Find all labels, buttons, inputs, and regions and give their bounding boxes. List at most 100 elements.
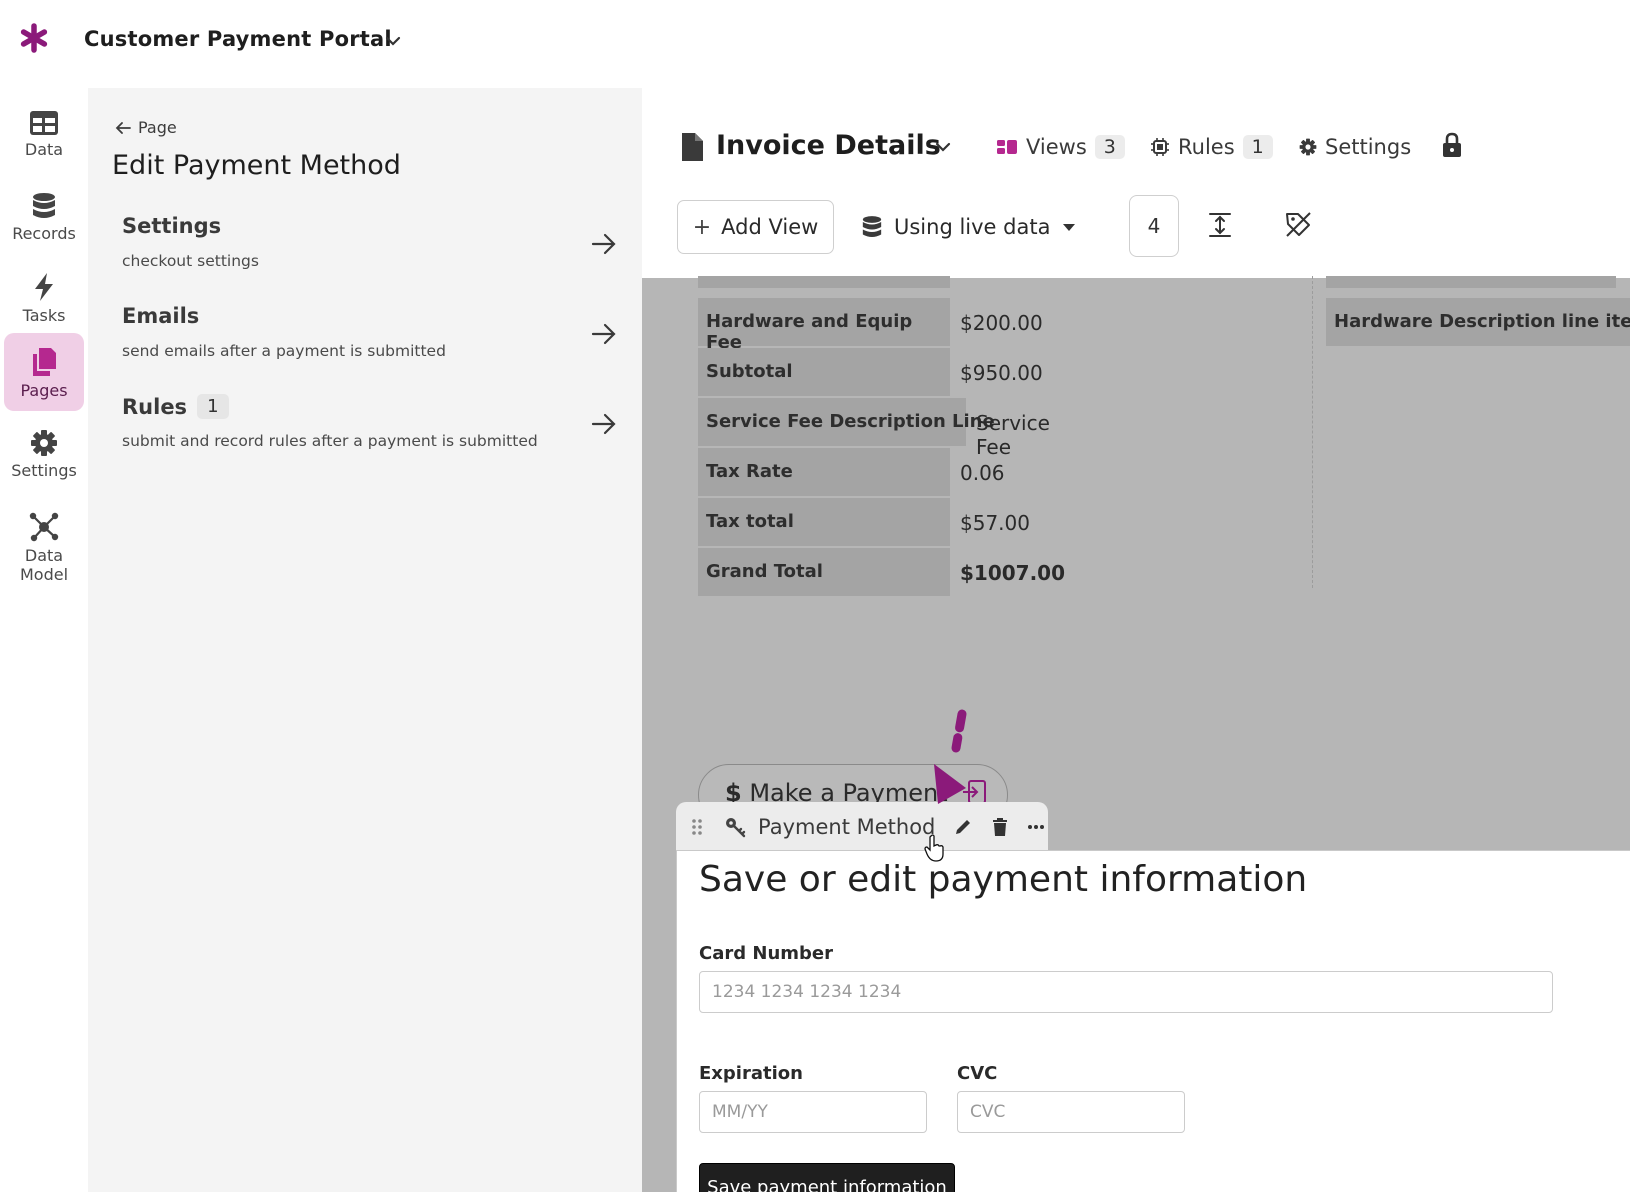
chip-icon [1150,137,1170,157]
row-value: $200.00 [960,298,1043,346]
nav-label: Tasks [23,306,66,325]
row-title: Rules 1 [122,394,229,419]
save-payment-button[interactable]: Save payment information [699,1163,955,1192]
panel-row-emails[interactable]: Emails send emails after a payment is su… [112,296,618,382]
row-title: Settings [122,214,221,238]
view-title[interactable]: Invoice Details [716,130,941,161]
table-row-clipped [1326,276,1616,288]
row-height-icon[interactable] [1208,212,1232,242]
app-logo-icon[interactable] [18,22,50,54]
panel-title: Edit Payment Method [112,150,401,181]
panel-row-settings[interactable]: Settings checkout settings [112,206,618,292]
data-source-label: Using live data [894,215,1050,239]
caret-down-icon [1062,222,1076,232]
rules-label: Rules [1178,135,1235,159]
top-bar: Customer Payment Portal [0,0,1630,88]
gear-icon [30,429,58,457]
row-value: $1007.00 [960,548,1065,596]
settings-button[interactable]: Settings [1299,130,1411,164]
lightning-icon [33,272,55,302]
arrow-right-icon [590,410,618,438]
expiration-input[interactable] [699,1091,927,1133]
page-preview-area: Hardware and Equip Fee $200.00 Subtotal … [642,278,1630,1192]
cvc-input[interactable] [957,1091,1185,1133]
views-icon [996,138,1018,156]
hand-cursor-icon [924,834,946,862]
table-row-clipped [698,276,950,288]
nav-label: Data Model [20,546,68,584]
row-label: Subtotal [698,348,950,396]
rules-count-badge: 1 [1243,135,1273,159]
arrow-right-icon [590,230,618,258]
payment-method-toolbar: Payment Method [676,802,1048,852]
back-link-label: Page [138,118,177,137]
back-link[interactable]: Page [114,118,177,137]
key-icon [724,816,746,838]
arrow-left-icon [114,119,132,137]
nav-item-data-model[interactable]: Data Model [0,498,88,576]
chevron-down-icon[interactable] [382,30,404,52]
arrow-right-icon [590,320,618,348]
app-title[interactable]: Customer Payment Portal [84,27,392,51]
row-label: Tax Rate [698,448,950,496]
tag-off-icon[interactable] [1284,210,1312,242]
card-number-input[interactable] [699,971,1553,1013]
view-header: Invoice Details Views 3 Rules 1 Settings… [642,88,1630,278]
nav-item-records[interactable]: Records [4,178,84,256]
views-button[interactable]: Views 3 [996,130,1125,164]
nav-label: Pages [20,381,67,400]
document-icon [680,132,704,166]
rules-button[interactable]: Rules 1 [1150,130,1273,164]
chevron-down-icon[interactable] [932,136,954,162]
pages-icon [31,347,57,377]
column-count-input[interactable]: 4 [1129,195,1179,257]
data-source-dropdown[interactable]: Using live data [862,208,1076,246]
panel-row-rules[interactable]: Rules 1 submit and record rules after a p… [112,386,618,472]
column-divider [1312,276,1313,588]
nav-label: Records [12,224,76,243]
cvc-label: CVC [957,1063,997,1084]
add-view-button[interactable]: + Add View [677,200,834,254]
row-label: Tax total [698,498,950,546]
row-value: 0.06 [960,448,1005,496]
database-icon [862,215,882,239]
form-title: Save or edit payment information [699,859,1307,900]
page-canvas: Invoice Details Views 3 Rules 1 Settings… [642,88,1630,1192]
nav-item-tasks[interactable]: Tasks [4,258,84,336]
more-horizontal-icon[interactable] [1027,824,1045,830]
payment-method-label: Payment Method [758,815,935,839]
drag-handle-icon[interactable] [690,817,704,837]
gear-icon [1299,138,1317,156]
lock-icon[interactable] [1442,132,1462,162]
nav-item-settings[interactable]: Settings [4,415,84,493]
row-description: checkout settings [122,252,259,270]
pencil-icon[interactable] [953,817,973,837]
row-value: Service Fee [976,398,1050,446]
nav-item-pages[interactable]: Pages [4,333,84,411]
row-description: submit and record rules after a payment … [122,432,538,450]
row-description: send emails after a payment is submitted [122,342,446,360]
row-value: $57.00 [960,498,1030,546]
row-label: Service Fee Description Line [698,398,966,446]
trash-icon[interactable] [991,817,1009,837]
rules-count-badge: 1 [197,394,228,419]
payment-form-card: Save or edit payment information Card Nu… [676,850,1630,1192]
tutorial-arrow-icon [902,708,982,818]
add-view-label: Add View [721,215,818,239]
row-label: Hardware and Equip Fee [698,298,950,346]
primary-nav: Data Records Tasks Pages [0,88,88,1192]
plus-icon: + [693,215,711,240]
database-icon [32,192,56,220]
card-number-label: Card Number [699,943,833,964]
views-count-badge: 3 [1095,135,1125,159]
settings-label: Settings [1325,135,1411,159]
row-title: Emails [122,304,199,328]
edit-panel: Page Edit Payment Method Settings checko… [88,88,642,1192]
graph-icon [29,512,59,542]
nav-label: Settings [11,461,77,480]
nav-item-data[interactable]: Data [4,96,84,174]
expiration-label: Expiration [699,1063,803,1084]
row-title-text: Rules [122,395,187,419]
row-label: Grand Total [698,548,950,596]
row-label: Hardware Description line item [1326,298,1630,346]
